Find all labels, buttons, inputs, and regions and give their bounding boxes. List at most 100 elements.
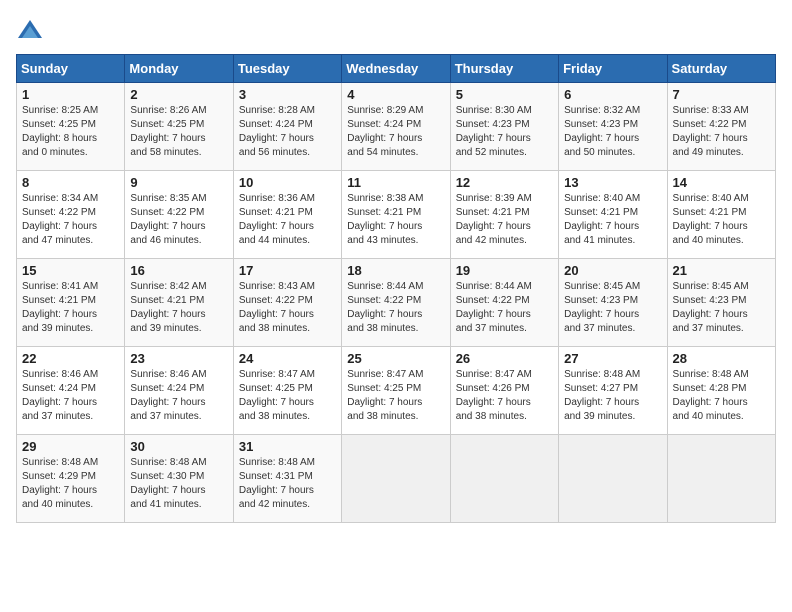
day-info: Sunrise: 8:48 AM Sunset: 4:28 PM Dayligh… xyxy=(673,368,770,424)
week-row-5: 29Sunrise: 8:48 AM Sunset: 4:29 PM Dayli… xyxy=(17,435,776,523)
day-info: Sunrise: 8:45 AM Sunset: 4:23 PM Dayligh… xyxy=(564,280,661,336)
day-number: 15 xyxy=(22,263,119,278)
day-info: Sunrise: 8:45 AM Sunset: 4:23 PM Dayligh… xyxy=(673,280,770,336)
day-cell: 21Sunrise: 8:45 AM Sunset: 4:23 PM Dayli… xyxy=(667,259,775,347)
day-cell: 8 Sunrise: 8:34 AM Sunset: 4:22 PM Daylig… xyxy=(17,171,125,259)
day-cell xyxy=(342,435,450,523)
day-number: 27 xyxy=(564,351,661,366)
day-cell: 1 Sunrise: 8:25 AM Sunset: 4:25 PM Daylig… xyxy=(17,83,125,171)
day-info: Sunrise: 8:33 AM Sunset: 4:22 PM Dayligh… xyxy=(673,104,770,160)
day-cell: 20 Sunrise: 8:45 AM Sunset: 4:23 PM Dayli… xyxy=(559,259,667,347)
day-info: Sunrise: 8:47 AM Sunset: 4:25 PM Dayligh… xyxy=(347,368,444,424)
day-info: Sunrise: 8:42 AM Sunset: 4:21 PM Dayligh… xyxy=(130,280,227,336)
day-cell: 5 Sunrise: 8:30 AM Sunset: 4:23 PM Daylig… xyxy=(450,83,558,171)
day-number: 2 xyxy=(130,87,227,102)
day-cell: 23 Sunrise: 8:46 AM Sunset: 4:24 PM Dayli… xyxy=(125,347,233,435)
day-info: Sunrise: 8:44 AM Sunset: 4:22 PM Dayligh… xyxy=(347,280,444,336)
day-number: 16 xyxy=(130,263,227,278)
day-cell: 26Sunrise: 8:47 AM Sunset: 4:26 PM Dayli… xyxy=(450,347,558,435)
day-cell xyxy=(559,435,667,523)
day-number: 31 xyxy=(239,439,336,454)
day-number: 19 xyxy=(456,263,553,278)
header-saturday: Saturday xyxy=(667,55,775,83)
day-cell: 13 Sunrise: 8:40 AM Sunset: 4:21 PM Dayli… xyxy=(559,171,667,259)
day-info: Sunrise: 8:36 AM Sunset: 4:21 PM Dayligh… xyxy=(239,192,336,248)
day-cell: 6 Sunrise: 8:32 AM Sunset: 4:23 PM Daylig… xyxy=(559,83,667,171)
day-info: Sunrise: 8:47 AM Sunset: 4:26 PM Dayligh… xyxy=(456,368,553,424)
header-row: SundayMondayTuesdayWednesdayThursdayFrid… xyxy=(17,55,776,83)
day-info: Sunrise: 8:34 AM Sunset: 4:22 PM Dayligh… xyxy=(22,192,119,248)
day-cell: 22 Sunrise: 8:46 AM Sunset: 4:24 PM Dayli… xyxy=(17,347,125,435)
day-info: Sunrise: 8:25 AM Sunset: 4:25 PM Dayligh… xyxy=(22,104,119,160)
day-number: 13 xyxy=(564,175,661,190)
day-number: 12 xyxy=(456,175,553,190)
day-number: 1 xyxy=(22,87,119,102)
day-cell: 25 Sunrise: 8:47 AM Sunset: 4:25 PM Dayli… xyxy=(342,347,450,435)
logo xyxy=(16,16,48,46)
day-cell: 3Sunrise: 8:28 AM Sunset: 4:24 PM Daylig… xyxy=(233,83,341,171)
day-info: Sunrise: 8:47 AM Sunset: 4:25 PM Dayligh… xyxy=(239,368,336,424)
logo-icon xyxy=(16,18,44,46)
day-info: Sunrise: 8:48 AM Sunset: 4:31 PM Dayligh… xyxy=(239,456,336,512)
day-cell: 31 Sunrise: 8:48 AM Sunset: 4:31 PM Dayli… xyxy=(233,435,341,523)
day-cell: 14 Sunrise: 8:40 AM Sunset: 4:21 PM Dayli… xyxy=(667,171,775,259)
day-number: 29 xyxy=(22,439,119,454)
day-info: Sunrise: 8:30 AM Sunset: 4:23 PM Dayligh… xyxy=(456,104,553,160)
day-number: 28 xyxy=(673,351,770,366)
day-cell: 17Sunrise: 8:43 AM Sunset: 4:22 PM Dayli… xyxy=(233,259,341,347)
day-number: 10 xyxy=(239,175,336,190)
header-tuesday: Tuesday xyxy=(233,55,341,83)
day-info: Sunrise: 8:32 AM Sunset: 4:23 PM Dayligh… xyxy=(564,104,661,160)
header-monday: Monday xyxy=(125,55,233,83)
day-number: 24 xyxy=(239,351,336,366)
day-cell: 24 Sunrise: 8:47 AM Sunset: 4:25 PM Dayli… xyxy=(233,347,341,435)
day-info: Sunrise: 8:26 AM Sunset: 4:25 PM Dayligh… xyxy=(130,104,227,160)
day-number: 7 xyxy=(673,87,770,102)
page-header xyxy=(16,16,776,46)
day-info: Sunrise: 8:44 AM Sunset: 4:22 PM Dayligh… xyxy=(456,280,553,336)
day-info: Sunrise: 8:48 AM Sunset: 4:30 PM Dayligh… xyxy=(130,456,227,512)
day-cell: 4Sunrise: 8:29 AM Sunset: 4:24 PM Daylig… xyxy=(342,83,450,171)
day-cell: 19 Sunrise: 8:44 AM Sunset: 4:22 PM Dayli… xyxy=(450,259,558,347)
day-cell: 30Sunrise: 8:48 AM Sunset: 4:30 PM Dayli… xyxy=(125,435,233,523)
day-cell: 29Sunrise: 8:48 AM Sunset: 4:29 PM Dayli… xyxy=(17,435,125,523)
day-number: 22 xyxy=(22,351,119,366)
day-cell: 10 Sunrise: 8:36 AM Sunset: 4:21 PM Dayli… xyxy=(233,171,341,259)
day-info: Sunrise: 8:46 AM Sunset: 4:24 PM Dayligh… xyxy=(22,368,119,424)
day-cell: 12 Sunrise: 8:39 AM Sunset: 4:21 PM Dayli… xyxy=(450,171,558,259)
day-number: 14 xyxy=(673,175,770,190)
day-info: Sunrise: 8:46 AM Sunset: 4:24 PM Dayligh… xyxy=(130,368,227,424)
day-number: 25 xyxy=(347,351,444,366)
day-number: 8 xyxy=(22,175,119,190)
day-number: 17 xyxy=(239,263,336,278)
day-info: Sunrise: 8:35 AM Sunset: 4:22 PM Dayligh… xyxy=(130,192,227,248)
day-number: 9 xyxy=(130,175,227,190)
day-info: Sunrise: 8:40 AM Sunset: 4:21 PM Dayligh… xyxy=(673,192,770,248)
day-cell xyxy=(450,435,558,523)
day-info: Sunrise: 8:48 AM Sunset: 4:27 PM Dayligh… xyxy=(564,368,661,424)
week-row-1: 1 Sunrise: 8:25 AM Sunset: 4:25 PM Daylig… xyxy=(17,83,776,171)
day-info: Sunrise: 8:39 AM Sunset: 4:21 PM Dayligh… xyxy=(456,192,553,248)
day-number: 23 xyxy=(130,351,227,366)
day-cell: 9 Sunrise: 8:35 AM Sunset: 4:22 PM Daylig… xyxy=(125,171,233,259)
day-number: 5 xyxy=(456,87,553,102)
week-row-2: 8 Sunrise: 8:34 AM Sunset: 4:22 PM Daylig… xyxy=(17,171,776,259)
day-number: 20 xyxy=(564,263,661,278)
day-cell: 7 Sunrise: 8:33 AM Sunset: 4:22 PM Daylig… xyxy=(667,83,775,171)
day-info: Sunrise: 8:29 AM Sunset: 4:24 PM Dayligh… xyxy=(347,104,444,160)
day-info: Sunrise: 8:41 AM Sunset: 4:21 PM Dayligh… xyxy=(22,280,119,336)
day-cell: 15 Sunrise: 8:41 AM Sunset: 4:21 PM Dayli… xyxy=(17,259,125,347)
day-cell: 18 Sunrise: 8:44 AM Sunset: 4:22 PM Dayli… xyxy=(342,259,450,347)
day-number: 11 xyxy=(347,175,444,190)
day-info: Sunrise: 8:40 AM Sunset: 4:21 PM Dayligh… xyxy=(564,192,661,248)
day-number: 18 xyxy=(347,263,444,278)
day-cell: 27 Sunrise: 8:48 AM Sunset: 4:27 PM Dayli… xyxy=(559,347,667,435)
day-cell: 11Sunrise: 8:38 AM Sunset: 4:21 PM Dayli… xyxy=(342,171,450,259)
day-info: Sunrise: 8:28 AM Sunset: 4:24 PM Dayligh… xyxy=(239,104,336,160)
calendar-table: SundayMondayTuesdayWednesdayThursdayFrid… xyxy=(16,54,776,523)
day-number: 6 xyxy=(564,87,661,102)
header-sunday: Sunday xyxy=(17,55,125,83)
header-thursday: Thursday xyxy=(450,55,558,83)
day-cell: 28 Sunrise: 8:48 AM Sunset: 4:28 PM Dayli… xyxy=(667,347,775,435)
header-friday: Friday xyxy=(559,55,667,83)
